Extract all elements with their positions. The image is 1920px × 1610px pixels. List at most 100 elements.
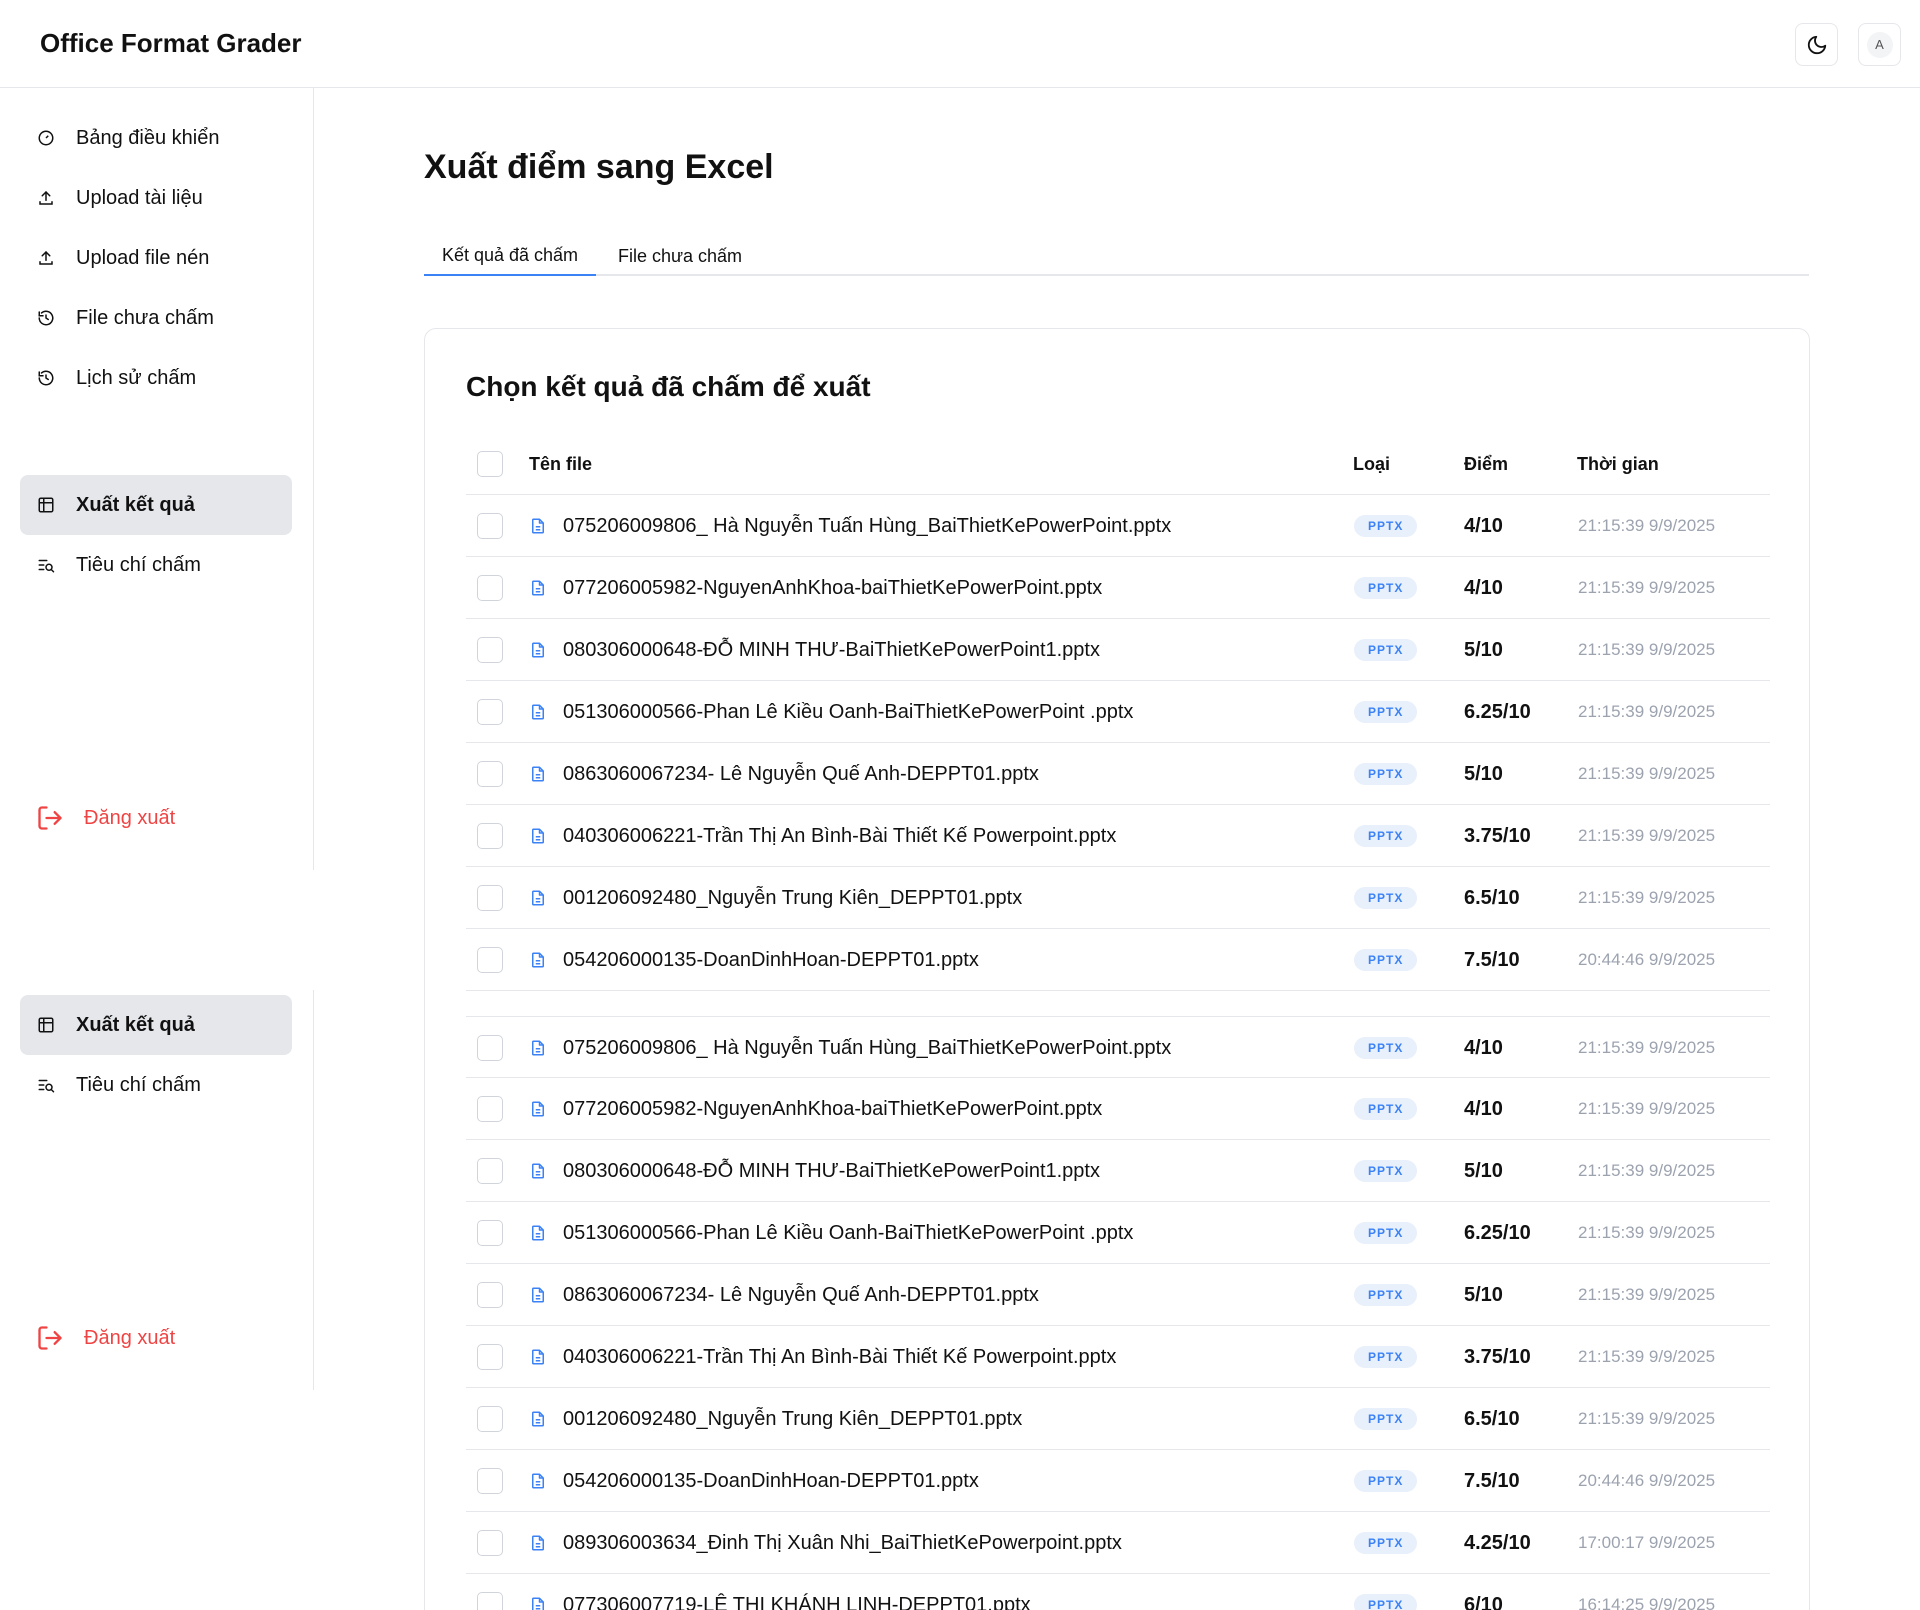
graded-time: 21:15:39 9/9/2025 xyxy=(1578,578,1716,597)
table-row[interactable]: 077206005982-NguyenAnhKhoa-baiThietKePow… xyxy=(466,557,1770,619)
table-row[interactable]: 054206000135-DoanDinhHoan-DEPPT01.pptx PP… xyxy=(466,929,1770,991)
table-row[interactable]: 051306000566-Phan Lê Kiều Oanh-BaiThietK… xyxy=(466,1202,1770,1264)
table-row[interactable]: 054206000135-DoanDinhHoan-DEPPT01.pptx PP… xyxy=(466,1450,1770,1512)
sidebar-item-grading-criteria[interactable]: Tiêu chí chấm xyxy=(20,535,292,595)
file-name-cell: 001206092480_Nguyễn Trung Kiên_DEPPT01.p… xyxy=(529,1388,1022,1450)
sidebar-item-upload-documents[interactable]: Upload tài liệu xyxy=(20,168,292,228)
table-row[interactable]: 0863060067234- Lê Nguyễn Quế Anh-DEPPT01… xyxy=(466,1264,1770,1326)
score: 6.5/10 xyxy=(1464,1407,1520,1430)
graded-time: 16:14:25 9/9/2025 xyxy=(1578,1595,1716,1610)
file-name-cell: 080306000648-ĐỖ MINH THƯ-BaiThietKePower… xyxy=(529,619,1100,681)
score: 4/10 xyxy=(1464,576,1503,599)
row-checkbox[interactable] xyxy=(477,1096,503,1122)
file-name-cell: 080306000648-ĐỖ MINH THƯ-BaiThietKePower… xyxy=(529,1140,1100,1202)
sidebar-item-export-results[interactable]: Xuất kết quả xyxy=(20,995,292,1055)
list-search-icon xyxy=(36,555,56,575)
avatar: A xyxy=(1866,31,1893,58)
page-title: Xuất điểm sang Excel xyxy=(424,148,774,186)
sidebar-item-label: File chưa chấm xyxy=(76,306,214,329)
file-name-cell: 075206009806_ Hà Nguyễn Tuấn Hùng_BaiThi… xyxy=(529,495,1171,557)
row-checkbox[interactable] xyxy=(477,1530,503,1556)
score: 6.25/10 xyxy=(1464,700,1531,723)
row-select-cell xyxy=(477,495,503,557)
score: 5/10 xyxy=(1464,1159,1503,1182)
row-select-cell xyxy=(477,1202,503,1264)
file-type-badge: PPTX xyxy=(1354,1160,1418,1182)
table-row[interactable]: 051306000566-Phan Lê Kiều Oanh-BaiThietK… xyxy=(466,681,1770,743)
row-checkbox[interactable] xyxy=(477,575,503,601)
file-icon xyxy=(529,1410,547,1428)
row-select-cell xyxy=(477,1140,503,1202)
file-icon xyxy=(529,1039,547,1057)
sidebar-item-grading-criteria[interactable]: Tiêu chí chấm xyxy=(20,1055,292,1115)
sidebar-item-dashboard[interactable]: Bảng điều khiển xyxy=(20,108,292,168)
file-name: 040306006221-Trần Thị An Bình-Bài Thiết … xyxy=(563,824,1117,847)
row-checkbox[interactable] xyxy=(477,699,503,725)
sidebar-item-grading-history[interactable]: Lịch sử chấm xyxy=(20,348,292,408)
file-type-cell: PPTX xyxy=(1354,1574,1418,1610)
graded-time: 21:15:39 9/9/2025 xyxy=(1578,702,1716,721)
tab-ungraded-files[interactable]: File chưa chấm xyxy=(596,236,764,276)
table-row[interactable]: 0863060067234- Lê Nguyễn Quế Anh-DEPPT01… xyxy=(466,743,1770,805)
table-export-icon xyxy=(36,1015,56,1035)
table-row[interactable]: 075206009806_ Hà Nguyễn Tuấn Hùng_BaiThi… xyxy=(466,1016,1770,1078)
row-checkbox[interactable] xyxy=(477,513,503,539)
select-all-checkbox[interactable] xyxy=(477,451,503,477)
table-row[interactable]: 040306006221-Trần Thị An Bình-Bài Thiết … xyxy=(466,1326,1770,1388)
row-checkbox[interactable] xyxy=(477,1282,503,1308)
file-name-cell: 051306000566-Phan Lê Kiều Oanh-BaiThietK… xyxy=(529,1202,1133,1264)
theme-toggle-button[interactable] xyxy=(1795,23,1838,66)
file-type-badge: PPTX xyxy=(1354,1594,1418,1610)
logout-label: Đăng xuất xyxy=(84,1326,176,1349)
file-type-cell: PPTX xyxy=(1354,619,1418,681)
graded-time: 21:15:39 9/9/2025 xyxy=(1578,764,1716,783)
table-row[interactable]: 077206005982-NguyenAnhKhoa-baiThietKePow… xyxy=(466,1078,1770,1140)
file-name-cell: 040306006221-Trần Thị An Bình-Bài Thiết … xyxy=(529,805,1116,867)
logout-button[interactable]: Đăng xuất xyxy=(36,798,175,838)
file-type-cell: PPTX xyxy=(1354,867,1418,929)
row-checkbox[interactable] xyxy=(477,637,503,663)
table-row[interactable]: 001206092480_Nguyễn Trung Kiên_DEPPT01.p… xyxy=(466,867,1770,929)
logout-button[interactable]: Đăng xuất xyxy=(36,1318,175,1358)
row-select-cell xyxy=(477,743,503,805)
row-checkbox[interactable] xyxy=(477,823,503,849)
row-checkbox[interactable] xyxy=(477,947,503,973)
file-name-cell: 001206092480_Nguyễn Trung Kiên_DEPPT01.p… xyxy=(529,867,1022,929)
table-row[interactable]: 077306007719-LÊ THỊ KHÁNH LINH-DEPPT01.p… xyxy=(466,1574,1770,1610)
score: 3.75/10 xyxy=(1464,824,1531,847)
tab-graded-results[interactable]: Kết quả đã chấm xyxy=(424,236,596,276)
file-type-cell: PPTX xyxy=(1354,1202,1418,1264)
score: 4.25/10 xyxy=(1464,1531,1531,1554)
row-checkbox[interactable] xyxy=(477,1344,503,1370)
column-header-type: Loại xyxy=(1353,453,1391,474)
sidebar-item-export-results[interactable]: Xuất kết quả xyxy=(20,475,292,535)
row-select-cell xyxy=(477,929,503,991)
row-checkbox[interactable] xyxy=(477,885,503,911)
sidebar-item-label: Bảng điều khiển xyxy=(76,126,220,149)
file-type-cell: PPTX xyxy=(1354,1264,1418,1326)
table-row[interactable]: 040306006221-Trần Thị An Bình-Bài Thiết … xyxy=(466,805,1770,867)
file-name: 077306007719-LÊ THỊ KHÁNH LINH-DEPPT01.p… xyxy=(563,1593,1031,1610)
file-icon xyxy=(529,1472,547,1490)
row-checkbox[interactable] xyxy=(477,1035,503,1061)
graded-time: 21:15:39 9/9/2025 xyxy=(1578,1223,1716,1242)
sidebar-item-ungraded-files[interactable]: File chưa chấm xyxy=(20,288,292,348)
row-checkbox[interactable] xyxy=(477,1468,503,1494)
table-row[interactable]: 080306000648-ĐỖ MINH THƯ-BaiThietKePower… xyxy=(466,619,1770,681)
row-checkbox[interactable] xyxy=(477,1592,503,1610)
row-checkbox[interactable] xyxy=(477,1406,503,1432)
app-header: Office Format Grader A xyxy=(0,0,1920,88)
row-checkbox[interactable] xyxy=(477,1220,503,1246)
select-all-cell xyxy=(477,433,503,495)
table-row[interactable]: 075206009806_ Hà Nguyễn Tuấn Hùng_BaiThi… xyxy=(466,495,1770,557)
row-checkbox[interactable] xyxy=(477,1158,503,1184)
file-name-cell: 089306003634_Đinh Thị Xuân Nhi_BaiThietK… xyxy=(529,1512,1122,1574)
row-checkbox[interactable] xyxy=(477,761,503,787)
table-row[interactable]: 001206092480_Nguyễn Trung Kiên_DEPPT01.p… xyxy=(466,1388,1770,1450)
file-icon xyxy=(529,1596,547,1610)
user-menu-button[interactable]: A xyxy=(1858,23,1901,66)
table-row[interactable]: 080306000648-ĐỖ MINH THƯ-BaiThietKePower… xyxy=(466,1140,1770,1202)
table-row[interactable]: 089306003634_Đinh Thị Xuân Nhi_BaiThietK… xyxy=(466,1512,1770,1574)
file-name-cell: 040306006221-Trần Thị An Bình-Bài Thiết … xyxy=(529,1326,1116,1388)
sidebar-item-upload-archive[interactable]: Upload file nén xyxy=(20,228,292,288)
